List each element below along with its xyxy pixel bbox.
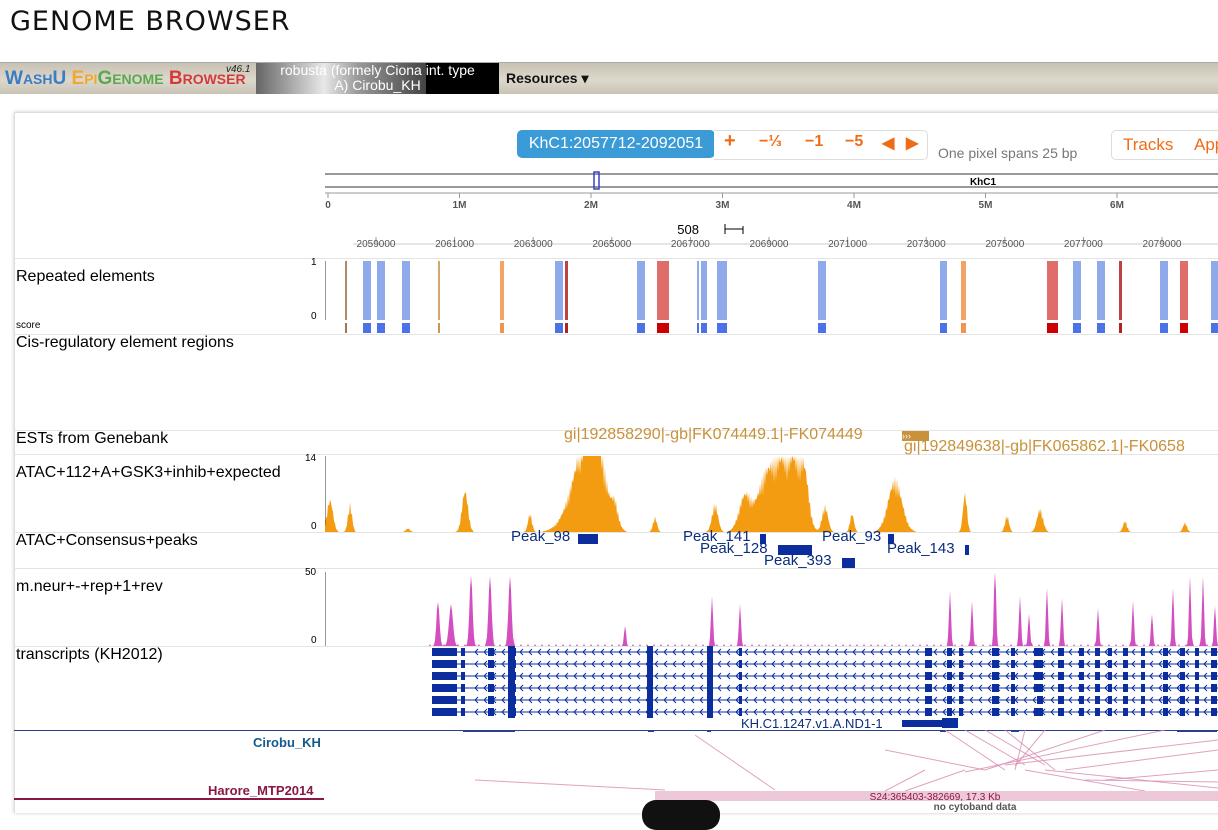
brand-enome: ENOME [112, 71, 164, 87]
track-label-atac[interactable]: ATAC+112+A+GSK3+inhib+expected [16, 464, 281, 482]
site-title: GENOME BROWSER [10, 6, 291, 37]
mneur-min: 0 [311, 635, 317, 646]
top-navbar: WASHU EPIGENOME BROWSER v46.1 robusta (f… [0, 62, 1218, 94]
chromosome-tick-label: 2M [584, 200, 598, 211]
floating-pill-button[interactable] [642, 800, 720, 830]
track-label-mneur[interactable]: m.neur+-+rep+1+rev [16, 578, 163, 596]
zoom-out-1-button[interactable]: −1 [805, 133, 823, 151]
peak-block-393[interactable] [842, 558, 855, 568]
brand-ashu: ASH [22, 71, 53, 87]
atac-track[interactable] [325, 454, 1218, 532]
peak-label-98[interactable]: Peak_98 [511, 528, 570, 545]
genome-selector[interactable]: robusta (formely Ciona int. type A) Ciro… [256, 63, 499, 94]
ruler-tick-label: 2067000 [671, 239, 710, 250]
chromosome-tick-label: 1M [453, 200, 467, 211]
pan-left-button[interactable]: ◀ [882, 133, 894, 153]
resources-menu[interactable]: Resources ▾ [506, 70, 589, 87]
peak-label-128[interactable]: Peak_128 [700, 540, 768, 557]
brand-b: B [168, 68, 183, 89]
ref-genome-label: Cirobu_KH [253, 735, 321, 750]
ruler-tick-label: 2063000 [514, 239, 553, 250]
brand-g: G [97, 68, 113, 89]
brand-e: E [71, 68, 85, 89]
repeats-max: 1 [311, 257, 317, 268]
query-genome-line [14, 798, 324, 800]
brand-w: W [5, 68, 23, 89]
peak-label-143[interactable]: Peak_143 [887, 540, 955, 557]
ruler-tick-label: 2077000 [1064, 239, 1103, 250]
est-feature-1[interactable]: gi|192858290|-gb|FK074449.1|-FK074449 [564, 426, 863, 444]
atac-max: 14 [305, 453, 317, 464]
chromosome-tick-label: 4M [847, 200, 861, 211]
brand-pi: PI [84, 71, 98, 87]
ruler-tick-label: 2075000 [985, 239, 1024, 250]
track-label-ests[interactable]: ESTs from Genebank [16, 430, 168, 448]
track-label-peaks[interactable]: ATAC+Consensus+peaks [16, 532, 198, 550]
cytoband-label: no cytoband data [934, 802, 1017, 812]
atac-min: 0 [311, 521, 317, 532]
zoom-out-5-button[interactable]: −5 [845, 133, 863, 151]
repeats-score-label: score [16, 320, 41, 331]
track-label-cre[interactable]: Cis-regulatory element regions [16, 334, 234, 352]
query-genome-label: Harore_MTP2014 [208, 783, 314, 798]
mneur-track[interactable] [325, 568, 1218, 646]
ruler-tick-label: 2079000 [1143, 239, 1182, 250]
brand-logo[interactable]: WASHU EPIGENOME BROWSER [5, 68, 246, 90]
chromosome-tick-label: 0 [325, 200, 331, 211]
ruler-tick-label: 2059000 [357, 239, 396, 250]
chromosome-name: KhC1 [970, 177, 997, 188]
peak-label-93[interactable]: Peak_93 [822, 528, 881, 545]
region-input[interactable]: KhC1:2057712-2092051 [517, 130, 715, 158]
repeats-min: 0 [311, 311, 317, 322]
genome-line2: A) Cirobu_KH [334, 77, 421, 93]
gene-label[interactable]: KH.C1.1247.v1.A.ND1-1 [741, 716, 883, 730]
tracks-button[interactable]: Tracks [1123, 135, 1173, 155]
ruler-tick-label: 2069000 [750, 239, 789, 250]
ruler-scale-label: 508 [677, 222, 699, 237]
peak-block-98[interactable] [578, 534, 598, 544]
chromosome-tick-label: 6M [1110, 200, 1124, 211]
peak-label-393[interactable]: Peak_393 [764, 552, 832, 569]
zoom-out-third-button[interactable]: −⅓ [759, 133, 782, 151]
chromosome-tick-label: 3M [716, 200, 730, 211]
chromosome-overview[interactable]: KhC1 0 1M 2M 3M 4M 5M 6M 2059000 2061000 2063000… [325, 166, 1218, 258]
ruler-tick-label: 2065000 [592, 239, 631, 250]
genome-name: robusta (formely Ciona int. type A) Ciro… [256, 63, 499, 94]
pan-right-button[interactable]: ▶ [906, 133, 918, 153]
version-label: v46.1 [226, 64, 251, 75]
chromosome-tick-label: 5M [979, 200, 993, 211]
genome-alignment-track[interactable]: S24:365403-382669, 17.3 Kb no cytoband d… [325, 730, 1218, 812]
peak-block-143[interactable] [965, 545, 969, 555]
track-label-repeats[interactable]: Repeated elements [16, 268, 155, 286]
ruler-tick-label: 2071000 [828, 239, 867, 250]
zoom-in-button[interactable]: + [724, 130, 736, 153]
track-label-transcripts[interactable]: transcripts (KH2012) [16, 646, 163, 664]
transcripts-track[interactable]: KH.C1.1247.v1.A.ND1-1 [325, 646, 1218, 730]
brand-u: U [52, 68, 67, 89]
repeats-track[interactable] [325, 258, 1218, 334]
apps-button[interactable]: Apps [1194, 135, 1218, 155]
genome-line1: robusta (formely Ciona int. type [280, 63, 475, 78]
ruler-tick-label: 2073000 [907, 239, 946, 250]
current-region-marker[interactable] [593, 171, 600, 190]
pixel-span-info: One pixel spans 25 bp [938, 145, 1078, 161]
mneur-max: 50 [305, 567, 317, 578]
ruler-tick-label: 2061000 [435, 239, 474, 250]
